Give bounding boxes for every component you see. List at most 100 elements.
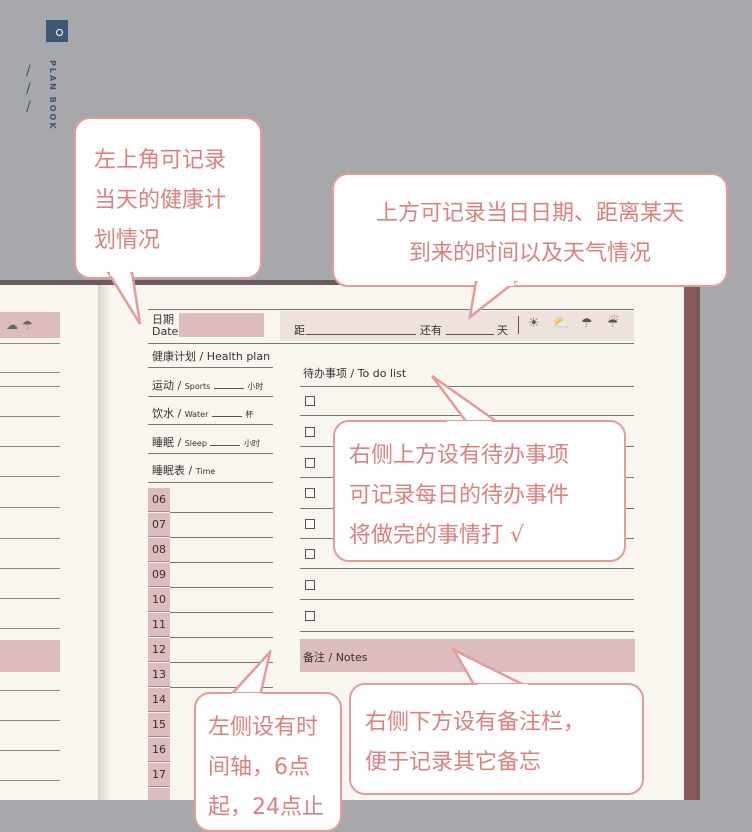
todo-checkbox[interactable]	[305, 580, 315, 590]
notebook-cover-edge	[682, 286, 696, 800]
todo-checkbox[interactable]	[305, 396, 315, 406]
todo-rule	[300, 599, 634, 600]
callout-text: 可记录每日的待办事件	[349, 483, 570, 508]
day-unit: 天	[497, 324, 508, 337]
sleep-chart-label: 睡眠表 /	[152, 464, 193, 477]
todo-checkbox[interactable]	[305, 611, 315, 621]
hour-label: 11	[148, 613, 170, 637]
header-bottom-rule	[148, 343, 634, 344]
hour-label: 13	[148, 663, 170, 687]
callout-notes: 右侧下方设有备注栏， 便于记录其它备忘	[349, 683, 644, 795]
remaining-field[interactable]	[446, 334, 494, 335]
page-gutter	[98, 285, 110, 800]
hour-label: 09	[148, 563, 170, 587]
callout-text: 便于记录其它备忘	[365, 750, 542, 775]
hour-label: 10	[148, 588, 170, 612]
todo-checkbox[interactable]	[305, 488, 315, 498]
health-rule	[148, 424, 273, 425]
left-line	[0, 720, 60, 721]
callout-todo-tail	[431, 374, 504, 426]
left-line	[0, 598, 60, 599]
left-line	[0, 343, 60, 344]
partly-cloudy-icon[interactable]: ⛅	[553, 316, 569, 331]
distance-field[interactable]	[306, 334, 416, 335]
left-notes-bar	[0, 640, 60, 672]
callout-text: 上方可记录当日日期、距离某天	[375, 201, 684, 226]
water-unit: 杯	[245, 410, 254, 419]
todo-rule	[300, 631, 634, 632]
exercise-label: 运动 /	[152, 379, 182, 392]
callout-text: 右侧上方设有待办事项	[349, 443, 570, 468]
left-line	[0, 750, 60, 751]
left-line	[0, 690, 60, 691]
date-field[interactable]	[179, 313, 264, 337]
left-line	[0, 568, 60, 569]
sleep-row: 睡眠 / Sleep 小时	[152, 434, 260, 450]
exercise-field[interactable]	[213, 388, 244, 389]
todo-checkbox[interactable]	[305, 549, 315, 559]
hour-label-partial	[148, 788, 170, 800]
hour-label: 15	[148, 713, 170, 737]
todo-rule	[300, 568, 634, 569]
hour-label: 12	[148, 638, 170, 662]
left-page	[0, 285, 100, 800]
sleep-field[interactable]	[210, 445, 241, 446]
callout-timeline-tail-join	[232, 693, 262, 698]
notes-title: 备注 / Notes	[303, 651, 368, 664]
water-label-en: Water	[184, 410, 209, 419]
water-field[interactable]	[211, 416, 242, 417]
sun-icon[interactable]: ☀	[528, 316, 540, 331]
left-line	[0, 446, 60, 447]
callout-notes-tail-join	[478, 684, 528, 689]
left-line	[0, 628, 60, 629]
callout-text: 左侧设有时	[208, 715, 319, 740]
left-weather-icons: ☁ ☂	[6, 318, 33, 332]
callout-date-weather: 上方可记录当日日期、距离某天 到来的时间以及天气情况	[332, 173, 728, 287]
exercise-unit: 小时	[247, 382, 264, 391]
left-line	[0, 780, 60, 781]
callout-text: 到来的时间以及天气情况	[408, 241, 651, 266]
callout-date-tail	[468, 281, 519, 320]
todo-title: 待办事项 / To do list	[303, 367, 407, 380]
distance-label: 距	[294, 324, 305, 337]
water-label: 饮水 /	[152, 407, 182, 420]
left-line	[0, 476, 60, 477]
health-plan-title: 健康计划 / Health plan	[152, 350, 271, 363]
hour-label: 08	[148, 538, 170, 562]
health-rule	[148, 453, 273, 454]
timeline-rule	[170, 612, 273, 613]
header-top-rule	[148, 309, 634, 310]
callout-timeline-tail	[227, 650, 272, 698]
date-label: 日期 Date	[152, 314, 178, 338]
hour-label: 16	[148, 738, 170, 762]
callout-health-plan: 左上角可记录 当天的健康计 划情况	[74, 117, 262, 279]
brand-slashes: / / /	[26, 63, 31, 115]
todo-checkbox[interactable]	[305, 458, 315, 468]
date-label-en: Date	[152, 325, 179, 338]
callout-text: 间轴，6点	[208, 755, 310, 780]
sleep-chart-row: 睡眠表 / Time	[152, 462, 215, 478]
callout-text: 起，24点止	[208, 795, 324, 820]
left-line	[0, 386, 60, 387]
callout-text: 当天的健康计	[94, 188, 227, 213]
todo-checkbox[interactable]	[305, 427, 315, 437]
callout-health-tail	[106, 272, 142, 325]
health-rule	[148, 482, 273, 483]
callout-todo-tail-join	[447, 421, 491, 426]
water-row: 饮水 / Water 杯	[152, 405, 253, 421]
cloud-rain-icon[interactable]: ☔	[607, 316, 619, 331]
hour-label: 14	[148, 688, 170, 712]
sleep-label-en: Sleep	[184, 439, 207, 448]
callout-text: 将做完的事情打 √	[349, 523, 525, 548]
sleep-label: 睡眠 /	[152, 436, 182, 449]
sleep-chart-label-en: Time	[195, 467, 216, 476]
left-line	[0, 372, 60, 373]
callout-timeline: 左侧设有时 间轴，6点 起，24点止	[194, 692, 342, 832]
callout-text: 右侧下方设有备注栏，	[365, 710, 586, 735]
todo-checkbox[interactable]	[305, 519, 315, 529]
timeline-rule	[170, 637, 273, 638]
cloud-rain-icon[interactable]: ☂	[581, 316, 593, 331]
callout-text: 划情况	[94, 228, 161, 253]
left-line	[0, 507, 60, 508]
callout-text: 左上角可记录	[94, 148, 227, 173]
